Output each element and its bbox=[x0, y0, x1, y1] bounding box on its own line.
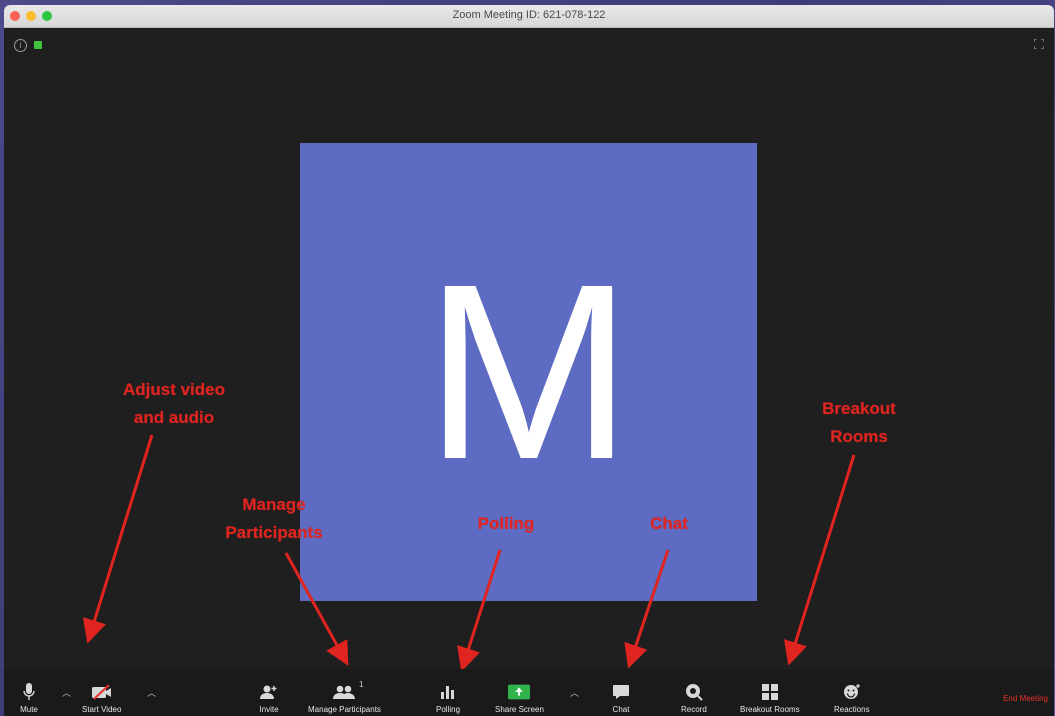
start-video-label: Start Video bbox=[82, 705, 122, 714]
manage-participants-button[interactable]: 1 Manage Participants bbox=[308, 680, 381, 714]
meeting-info-icon[interactable]: i bbox=[14, 39, 27, 52]
mute-label: Mute bbox=[20, 705, 38, 714]
meeting-toolbar: Mute ︿ Start Video ︿ Invite 1 Manage Par… bbox=[4, 669, 1054, 716]
chat-label: Chat bbox=[612, 705, 630, 714]
chat-button[interactable]: Chat bbox=[610, 682, 632, 714]
participants-icon: 1 bbox=[333, 680, 363, 702]
participant-count: 1 bbox=[359, 680, 364, 689]
record-label: Record bbox=[681, 705, 707, 714]
breakout-rooms-label: Breakout Rooms bbox=[740, 705, 800, 714]
polling-button[interactable]: Polling bbox=[436, 682, 460, 714]
zoom-window: Zoom Meeting ID: 621-078-122 i M Adjust … bbox=[4, 5, 1054, 716]
annotation-manage-line2: Participants bbox=[225, 523, 323, 542]
invite-label: Invite bbox=[259, 705, 279, 714]
title-bar: Zoom Meeting ID: 621-078-122 bbox=[4, 5, 1054, 28]
bar-chart-icon bbox=[437, 682, 459, 702]
mute-button[interactable]: Mute bbox=[18, 682, 40, 714]
annotation-breakout-rooms: Breakout Rooms bbox=[794, 395, 924, 451]
audio-options-caret[interactable]: ︿ bbox=[62, 686, 71, 699]
fullscreen-icon[interactable] bbox=[1034, 39, 1044, 49]
annotation-breakout-line1: Breakout bbox=[822, 399, 896, 418]
share-options-caret[interactable]: ︿ bbox=[570, 686, 579, 699]
share-screen-icon bbox=[508, 682, 531, 702]
arrow-breakout-rooms bbox=[784, 454, 856, 666]
breakout-rooms-icon bbox=[759, 682, 781, 702]
annotation-adjust-video-audio: Adjust video and audio bbox=[94, 376, 254, 432]
reactions-label: Reactions bbox=[834, 705, 870, 714]
annotation-chat: Chat bbox=[650, 514, 688, 533]
reactions-button[interactable]: Reactions bbox=[834, 682, 870, 714]
breakout-rooms-button[interactable]: Breakout Rooms bbox=[740, 682, 800, 714]
encryption-lock-icon[interactable] bbox=[34, 41, 42, 49]
invite-button[interactable]: Invite bbox=[258, 682, 280, 714]
share-screen-button[interactable]: Share Screen bbox=[495, 682, 544, 714]
add-person-icon bbox=[258, 682, 280, 702]
annotation-manage-line1: Manage bbox=[242, 495, 306, 514]
smiley-icon bbox=[841, 682, 863, 702]
annotation-breakout-line2: Rooms bbox=[830, 427, 888, 446]
share-screen-label: Share Screen bbox=[495, 705, 544, 714]
window-title: Zoom Meeting ID: 621-078-122 bbox=[452, 9, 606, 21]
video-options-caret[interactable]: ︿ bbox=[147, 686, 156, 699]
polling-label: Polling bbox=[436, 705, 461, 714]
microphone-icon bbox=[18, 682, 40, 702]
end-meeting-button[interactable]: End Meeting bbox=[1003, 694, 1048, 703]
video-off-icon bbox=[91, 682, 113, 702]
manage-participants-label: Manage Participants bbox=[308, 705, 381, 714]
annotation-adjust-line2: and audio bbox=[133, 408, 215, 427]
annotation-polling: Polling bbox=[477, 514, 535, 533]
start-video-button[interactable]: Start Video bbox=[82, 682, 121, 714]
chat-bubble-icon bbox=[610, 682, 632, 702]
annotation-manage-participants: Manage Participants bbox=[209, 491, 339, 547]
avatar-initial: M bbox=[424, 232, 633, 511]
record-button[interactable]: Record bbox=[681, 682, 707, 714]
annotation-adjust-line1: Adjust video bbox=[122, 380, 225, 399]
arrow-adjust-video-audio bbox=[82, 434, 154, 644]
record-icon bbox=[683, 682, 705, 702]
